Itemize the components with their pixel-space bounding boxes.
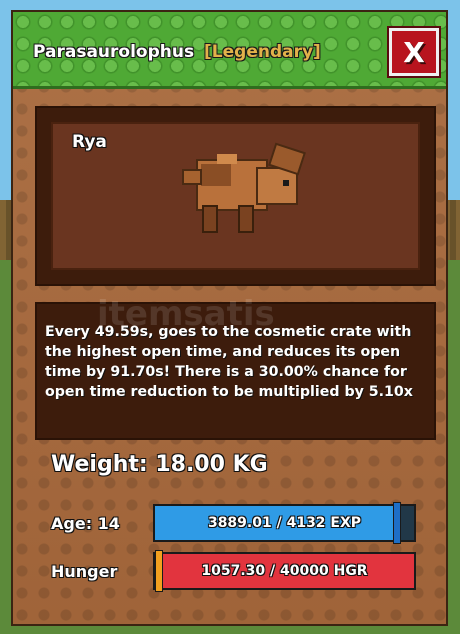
hunger-label: Hunger bbox=[51, 562, 118, 581]
hunger-text: 1057.30 / 40000 HGR bbox=[201, 563, 368, 579]
ability-description: Every 49.59s, goes to the cosmetic crate… bbox=[45, 324, 413, 400]
close-icon: X bbox=[403, 35, 425, 69]
rarity-label: [Legendary] bbox=[204, 42, 321, 62]
weight-readout: Weight: 18.00 KG bbox=[51, 452, 268, 477]
pet-species: Parasaurolophus bbox=[33, 42, 195, 62]
pet-title: Parasaurolophus [Legendary] bbox=[33, 42, 321, 62]
panel-header: Parasaurolophus [Legendary] X bbox=[13, 12, 446, 89]
hunger-bar: 1057.30 / 40000 HGR bbox=[153, 550, 416, 592]
close-button[interactable]: X bbox=[389, 28, 439, 76]
ability-description-box: itemsatis Every 49.59s, goes to the cosm… bbox=[35, 294, 436, 440]
pet-info-panel: Parasaurolophus [Legendary] X Rya itemsa… bbox=[11, 10, 448, 626]
exp-bar: 3889.01 / 4132 EXP bbox=[153, 502, 416, 544]
pet-showcase: Rya bbox=[35, 106, 436, 286]
age-label: Age: 14 bbox=[51, 514, 120, 533]
exp-text: 3889.01 / 4132 EXP bbox=[207, 515, 362, 531]
pet-name: Rya bbox=[72, 132, 107, 152]
parasaurolophus-pet-icon bbox=[182, 142, 306, 233]
